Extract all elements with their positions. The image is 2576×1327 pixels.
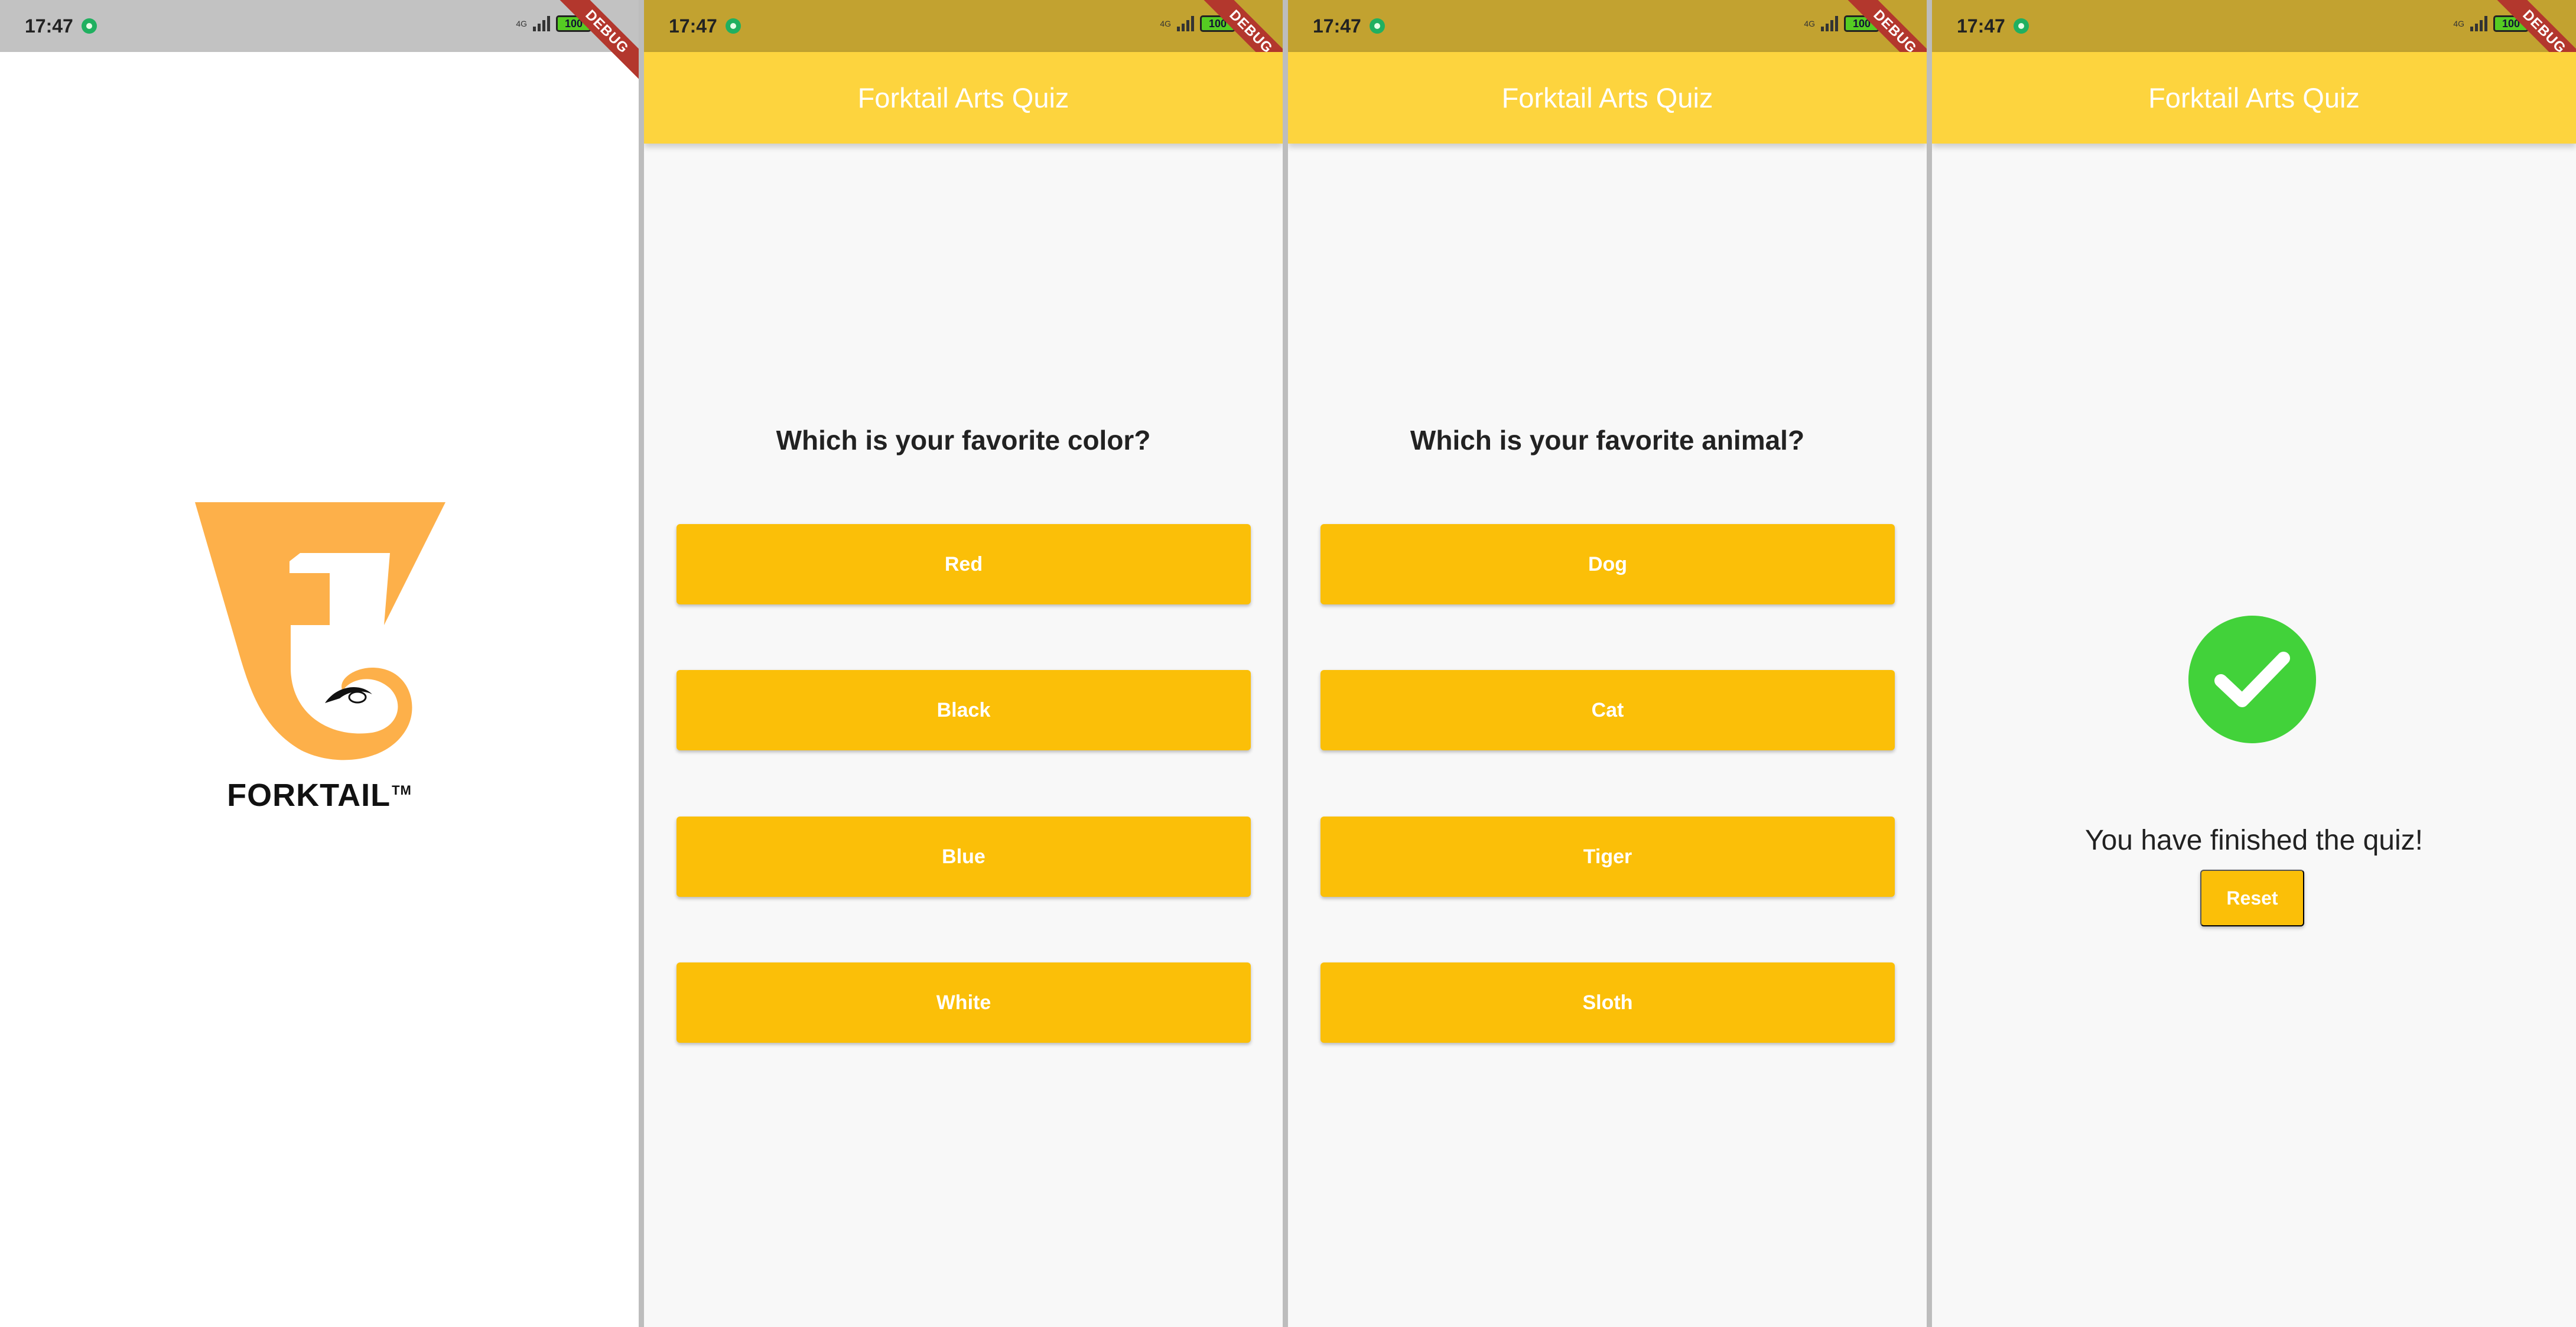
brand-text: FORKTAIL [227,778,391,813]
check-circle-icon [2188,616,2316,743]
trademark-mark: TM [392,783,412,798]
answer-button-tiger[interactable]: Tiger [1320,817,1895,897]
reset-button[interactable]: Reset [2200,870,2304,926]
network-label: 4G [1804,19,1815,28]
app-title: Forktail Arts Quiz [857,82,1069,113]
splash-screen: 17:47 4G 100 DEBUG FORKTAILTM [0,0,639,1327]
status-time: 17:47 [1313,15,1361,37]
answer-button-dog[interactable]: Dog [1320,524,1895,604]
question-text: Which is your favorite animal? [1410,425,1805,456]
status-bar: 17:47 4G 100 [1932,0,2576,52]
status-bar: 17:47 4G 100 [644,0,1283,52]
signal-icon [1177,16,1194,31]
battery-icon: 100 [1200,15,1235,32]
network-label: 4G [516,19,527,28]
answer-button-cat[interactable]: Cat [1320,670,1895,750]
battery-icon: 100 [1844,15,1879,32]
app-bar: Forktail Arts Quiz [644,52,1283,144]
notification-icon [1369,18,1385,34]
brand-wordmark: FORKTAILTM [0,777,639,814]
answer-button-black[interactable]: Black [676,670,1251,750]
status-time: 17:47 [1957,15,2005,37]
status-right: 4G 100 [1160,15,1235,32]
network-label: 4G [1160,19,1171,28]
checkmark-icon [2214,652,2290,707]
question-text: Which is your favorite color? [776,425,1151,456]
notification-icon [81,18,97,34]
quiz-color-screen: 17:47 4G 100 DEBUG Forktail Arts Quiz Wh… [644,0,1283,1327]
status-time: 17:47 [25,15,73,37]
result-screen: 17:47 4G 100 DEBUG Forktail Arts Quiz Yo… [1932,0,2576,1327]
stage: 17:47 4G 100 DEBUG FORKTAILTM 17:47 4G 1… [0,0,2576,1327]
signal-icon [1821,16,1838,31]
app-bar: Forktail Arts Quiz [1932,52,2576,144]
status-time: 17:47 [669,15,717,37]
answer-button-red[interactable]: Red [676,524,1251,604]
app-title: Forktail Arts Quiz [2148,82,2360,113]
answer-button-white[interactable]: White [676,962,1251,1043]
finished-message: You have finished the quiz! [2085,825,2423,856]
status-right: 4G 100 [1804,15,1879,32]
notification-icon [2013,18,2029,34]
battery-icon: 100 [2493,15,2529,32]
answer-button-sloth[interactable]: Sloth [1320,962,1895,1043]
status-bar: 17:47 4G 100 [1288,0,1927,52]
app-bar: Forktail Arts Quiz [1288,52,1927,144]
status-right: 4G 100 [2453,15,2529,32]
status-right: 4G 100 [516,15,591,32]
forktail-logo: FORKTAILTM [0,490,639,827]
signal-icon [2470,16,2487,31]
forktail-logo-icon [195,502,445,760]
answer-button-blue[interactable]: Blue [676,817,1251,897]
network-label: 4G [2453,19,2464,28]
quiz-animal-screen: 17:47 4G 100 DEBUG Forktail Arts Quiz Wh… [1288,0,1927,1327]
status-bar: 17:47 4G 100 [0,0,639,52]
signal-icon [533,16,550,31]
app-title: Forktail Arts Quiz [1501,82,1713,113]
notification-icon [725,18,741,34]
battery-icon: 100 [556,15,591,32]
